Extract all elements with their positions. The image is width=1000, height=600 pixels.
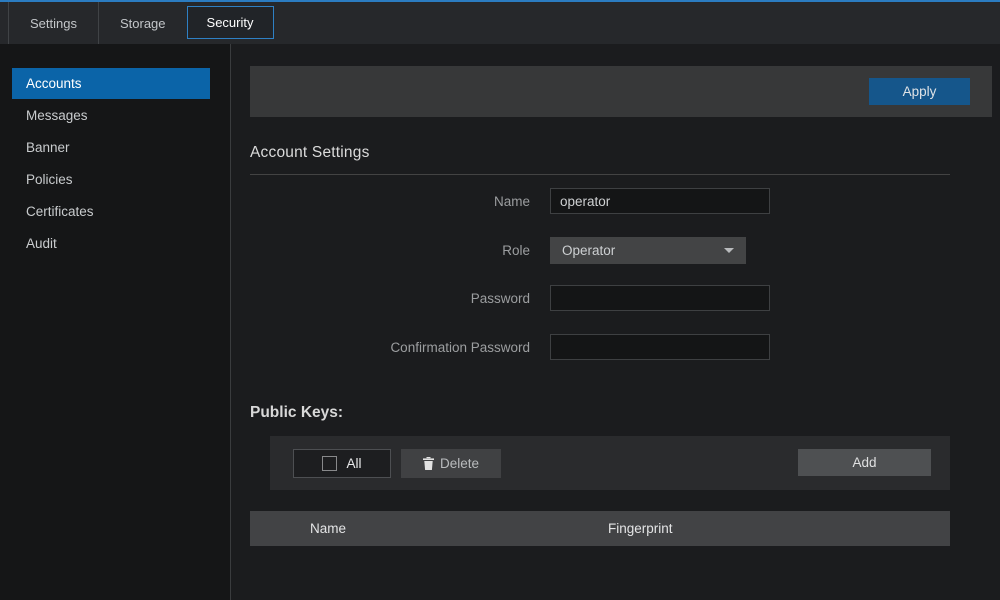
sidebar-item-messages[interactable]: Messages bbox=[0, 100, 230, 131]
trash-icon bbox=[423, 457, 434, 470]
sidebar-item-policies[interactable]: Policies bbox=[0, 164, 230, 195]
page-title: Account Settings bbox=[250, 144, 370, 162]
confirmation-password-row: Confirmation Password bbox=[250, 334, 950, 360]
role-row: Role Operator bbox=[250, 237, 950, 264]
confirmation-password-label: Confirmation Password bbox=[250, 340, 530, 355]
column-header-fingerprint: Fingerprint bbox=[608, 521, 950, 536]
password-label: Password bbox=[250, 291, 530, 306]
tab-storage[interactable]: Storage bbox=[98, 2, 187, 44]
public-keys-table-header: Name Fingerprint bbox=[250, 511, 950, 546]
public-keys-table-body bbox=[250, 546, 950, 586]
apply-button[interactable]: Apply bbox=[869, 78, 970, 105]
chevron-down-icon bbox=[724, 248, 734, 253]
select-all-checkbox[interactable] bbox=[322, 456, 337, 471]
sidebar: Accounts Messages Banner Policies Certif… bbox=[0, 44, 231, 600]
select-all-label: All bbox=[346, 456, 361, 471]
delete-label: Delete bbox=[440, 456, 479, 471]
sidebar-item-audit[interactable]: Audit bbox=[0, 228, 230, 259]
name-input[interactable] bbox=[550, 188, 770, 214]
confirmation-password-input[interactable] bbox=[550, 334, 770, 360]
column-header-name: Name bbox=[250, 521, 608, 536]
role-selected-value: Operator bbox=[562, 243, 615, 258]
sidebar-list: Accounts Messages Banner Policies Certif… bbox=[0, 68, 230, 259]
tab-security[interactable]: Security bbox=[187, 6, 274, 39]
password-input[interactable] bbox=[550, 285, 770, 311]
public-keys-toolbar: All Delete Add bbox=[270, 436, 950, 490]
tab-settings[interactable]: Settings bbox=[8, 2, 98, 44]
apply-toolbar: Apply bbox=[250, 66, 992, 117]
name-row: Name bbox=[250, 188, 950, 214]
select-all-button[interactable]: All bbox=[293, 449, 391, 478]
section-divider bbox=[250, 174, 950, 175]
public-keys-title: Public Keys: bbox=[250, 404, 343, 422]
role-label: Role bbox=[250, 243, 530, 258]
sidebar-item-accounts[interactable]: Accounts bbox=[12, 68, 210, 99]
sidebar-item-banner[interactable]: Banner bbox=[0, 132, 230, 163]
sidebar-item-certificates[interactable]: Certificates bbox=[0, 196, 230, 227]
role-select[interactable]: Operator bbox=[550, 237, 746, 264]
main-panel: Apply Account Settings Name Role Operato… bbox=[232, 44, 1000, 600]
password-row: Password bbox=[250, 285, 950, 311]
add-button[interactable]: Add bbox=[798, 449, 931, 476]
delete-button[interactable]: Delete bbox=[401, 449, 501, 478]
name-label: Name bbox=[250, 194, 530, 209]
top-tab-bar: Settings Storage Security bbox=[0, 0, 1000, 44]
